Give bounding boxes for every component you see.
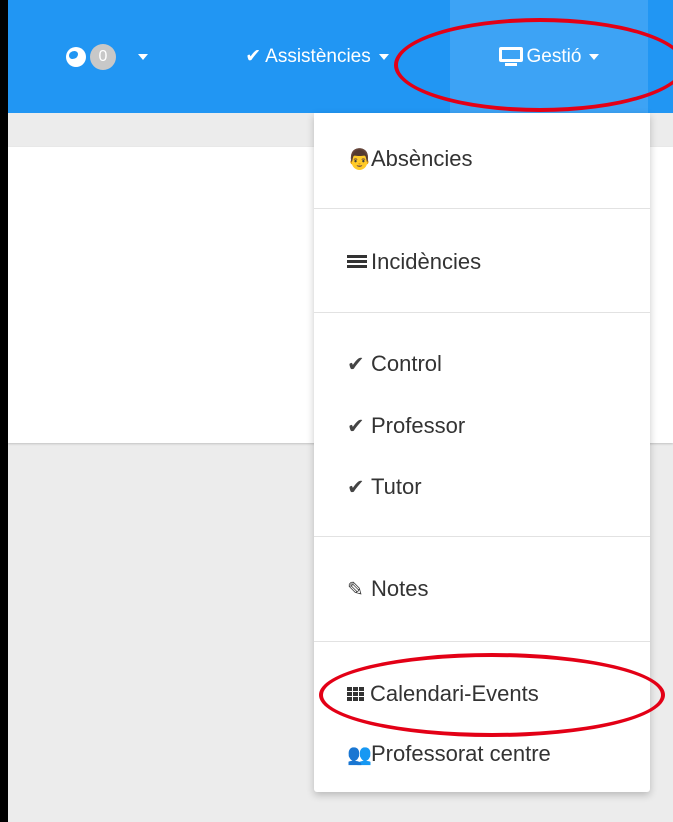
check-icon: ✔ — [245, 46, 262, 67]
menu-item-notes[interactable]: ✎ Notes — [314, 564, 650, 614]
check-icon: ✔ — [347, 414, 365, 438]
menu-divider — [314, 536, 650, 537]
menu-item-control[interactable]: ✔ Control — [314, 339, 650, 389]
menu-item-label: Calendari-Events — [370, 681, 539, 706]
edit-icon: ✎ — [347, 578, 364, 601]
check-icon: ✔ — [347, 475, 365, 499]
monitor-icon — [498, 46, 523, 67]
globe-icon — [66, 46, 86, 67]
menu-item-label: Incidències — [371, 249, 482, 274]
gestio-dropdown-menu: 👨 Absències Incidències ✔ Control ✔ Prof… — [314, 113, 650, 792]
notification-count-badge: 0 — [90, 43, 116, 70]
assistencies-label: Assistències — [265, 45, 371, 67]
menu-divider — [314, 208, 650, 209]
app-frame: 0 ✔ Assistències Gestió 👨 Absències Inci… — [8, 0, 673, 822]
notifications-dropdown[interactable]: 0 — [36, 0, 178, 113]
menu-item-incidencies[interactable]: Incidències — [314, 237, 650, 287]
check-icon: ✔ — [347, 352, 365, 376]
menu-item-label: Absències — [371, 146, 473, 171]
menu-item-tutor[interactable]: ✔ Tutor — [314, 462, 650, 512]
menu-divider — [314, 312, 650, 313]
menu-item-calendari-events[interactable]: Calendari-Events — [314, 669, 650, 719]
menu-item-professorat-centre[interactable]: 👥 Professorat centre — [314, 729, 650, 779]
users-icon: 👥 — [347, 743, 372, 766]
menu-item-professor[interactable]: ✔ Professor — [314, 401, 650, 451]
menu-item-absencies[interactable]: 👨 Absències — [314, 134, 650, 184]
user-secret-icon: 👨 — [347, 148, 372, 171]
menu-divider — [314, 641, 650, 642]
menu-item-label: Control — [371, 351, 442, 376]
list-icon — [347, 255, 367, 269]
assistencies-dropdown[interactable]: ✔ Assistències — [196, 0, 438, 113]
menu-item-label: Professorat centre — [371, 741, 551, 766]
gestio-dropdown[interactable]: Gestió — [450, 0, 648, 113]
grid-icon — [347, 687, 364, 701]
top-navbar: 0 ✔ Assistències Gestió — [8, 0, 673, 113]
caret-down-icon — [138, 53, 148, 60]
caret-down-icon — [378, 53, 389, 60]
gestio-label: Gestió — [526, 45, 582, 67]
menu-item-label: Tutor — [371, 474, 422, 499]
caret-down-icon — [589, 53, 600, 60]
menu-item-label: Notes — [371, 576, 429, 601]
menu-item-label: Professor — [371, 413, 466, 438]
